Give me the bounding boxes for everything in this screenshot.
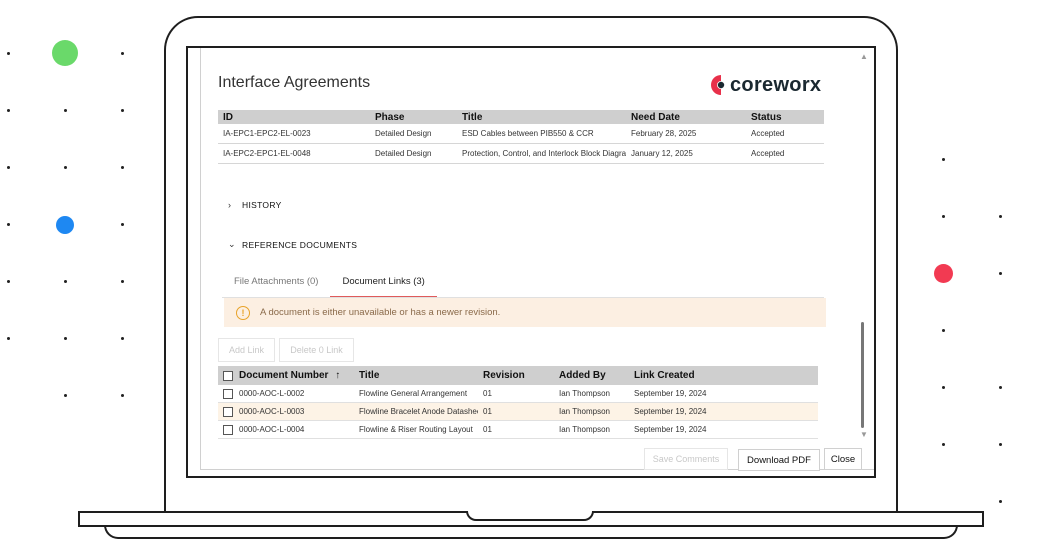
reference-tabs: File Attachments (0) Document Links (3): [222, 270, 437, 298]
table-row[interactable]: IA-EPC1-EPC2-EL-0023 Detailed Design ESD…: [218, 124, 824, 144]
column-header-need-date[interactable]: Need Date: [626, 112, 746, 123]
agreement-need-date: January 12, 2025: [631, 149, 693, 158]
laptop-base-bottom: [104, 525, 958, 539]
document-revision: 01: [483, 425, 492, 434]
warning-circle-icon: !: [236, 305, 250, 320]
add-link-button[interactable]: Add Link: [218, 338, 275, 362]
agreement-title: Protection, Control, and Interlock Block…: [462, 149, 626, 158]
document-link-created: September 19, 2024: [634, 425, 707, 434]
agreement-status: Accepted: [751, 149, 785, 158]
document-number[interactable]: 0000-AOC-L-0002: [239, 389, 354, 398]
row-checkbox[interactable]: [223, 424, 233, 435]
scrollbar-thumb[interactable]: [861, 322, 864, 428]
column-header-phase[interactable]: Phase: [370, 112, 457, 123]
document-number[interactable]: 0000-AOC-L-0003: [239, 407, 354, 416]
column-header-title[interactable]: Title: [457, 112, 626, 123]
coreworx-logo: coreworx: [710, 72, 821, 98]
scrollbar[interactable]: ▲ ▼: [858, 48, 870, 444]
agreement-title: ESD Cables between PIB550 & CCR: [462, 129, 594, 138]
logo-text: coreworx: [730, 73, 822, 96]
reference-documents-label: REFERENCE DOCUMENTS: [242, 239, 358, 250]
document-added-by: Ian Thompson: [559, 407, 610, 416]
warning-banner: ! A document is either unavailable or ha…: [224, 298, 826, 327]
column-header-status[interactable]: Status: [746, 112, 824, 123]
reference-documents-section-toggle[interactable]: ⌄ REFERENCE DOCUMENTS: [228, 239, 357, 250]
row-checkbox[interactable]: [223, 406, 233, 417]
document-revision: 01: [483, 407, 492, 416]
row-checkbox[interactable]: [223, 388, 233, 399]
agreements-table: ID Phase Title Need Date Status IA-EPC1-…: [218, 110, 824, 164]
document-links-table-header: Document Number ↑ Title Revision Added B…: [218, 366, 818, 385]
select-all-checkbox[interactable]: [223, 370, 233, 381]
document-added-by: Ian Thompson: [559, 425, 610, 434]
table-row[interactable]: 0000-AOC-L-0002 Flowline General Arrange…: [218, 385, 818, 403]
agreement-id[interactable]: IA-EPC2-EPC1-EL-0048: [218, 149, 370, 158]
column-header-title[interactable]: Title: [354, 370, 478, 381]
delete-link-button[interactable]: Delete 0 Link: [279, 338, 354, 362]
blue-dot: [56, 216, 74, 234]
table-row[interactable]: 0000-AOC-L-0003 Flowline Bracelet Anode …: [218, 403, 818, 421]
laptop-notch: [466, 511, 594, 521]
document-added-by: Ian Thompson: [559, 389, 610, 398]
scroll-up-icon[interactable]: ▲: [860, 52, 868, 61]
column-header-link-created[interactable]: Link Created: [629, 370, 729, 381]
agreement-id[interactable]: IA-EPC1-EPC2-EL-0023: [218, 129, 370, 138]
column-header-id[interactable]: ID: [218, 112, 370, 123]
document-title: Flowline & Riser Routing Layout: [359, 425, 473, 434]
warning-text: A document is either unavailable or has …: [260, 307, 501, 318]
agreement-phase: Detailed Design: [375, 129, 432, 138]
document-number[interactable]: 0000-AOC-L-0004: [239, 425, 354, 434]
download-pdf-button[interactable]: Download PDF: [738, 449, 820, 471]
agreements-table-header: ID Phase Title Need Date Status: [218, 110, 824, 124]
panel-left-border: [200, 48, 201, 470]
arrow-up-icon: ↑: [335, 370, 341, 381]
document-title: Flowline Bracelet Anode Datasheet: [359, 407, 478, 416]
agreement-status: Accepted: [751, 129, 785, 138]
column-header-document-number[interactable]: Document Number ↑: [239, 370, 354, 381]
column-header-added-by[interactable]: Added By: [554, 370, 629, 381]
history-section-toggle[interactable]: › HISTORY: [228, 200, 282, 210]
document-link-created: September 19, 2024: [634, 389, 707, 398]
chevron-down-icon: ⌄: [228, 239, 236, 249]
red-dot: [934, 264, 953, 283]
document-link-created: September 19, 2024: [634, 407, 707, 416]
table-row[interactable]: 0000-AOC-L-0004 Flowline & Riser Routing…: [218, 421, 818, 439]
interface-agreement-panel: Interface Agreements coreworx ID Phase T…: [188, 48, 874, 476]
tab-document-links[interactable]: Document Links (3): [330, 270, 437, 298]
document-links-table: Document Number ↑ Title Revision Added B…: [218, 366, 818, 439]
save-comments-button[interactable]: Save Comments: [644, 448, 728, 470]
table-row[interactable]: IA-EPC2-EPC1-EL-0048 Detailed Design Pro…: [218, 144, 824, 164]
document-revision: 01: [483, 389, 492, 398]
agreement-need-date: February 28, 2025: [631, 129, 697, 138]
column-header-document-number-label: Document Number: [239, 370, 329, 381]
history-label: HISTORY: [242, 200, 282, 210]
agreement-phase: Detailed Design: [375, 149, 432, 158]
column-header-revision[interactable]: Revision: [478, 370, 554, 381]
coreworx-logo-mark-icon: [711, 75, 725, 95]
close-button[interactable]: Close: [824, 448, 862, 470]
laptop-screen: Interface Agreements coreworx ID Phase T…: [186, 46, 876, 478]
page-title: Interface Agreements: [218, 74, 371, 91]
tab-file-attachments[interactable]: File Attachments (0): [222, 270, 330, 298]
green-dot: [52, 40, 78, 66]
document-title: Flowline General Arrangement: [359, 389, 468, 398]
chevron-right-icon: ›: [228, 200, 232, 210]
scroll-down-icon[interactable]: ▼: [860, 430, 868, 439]
